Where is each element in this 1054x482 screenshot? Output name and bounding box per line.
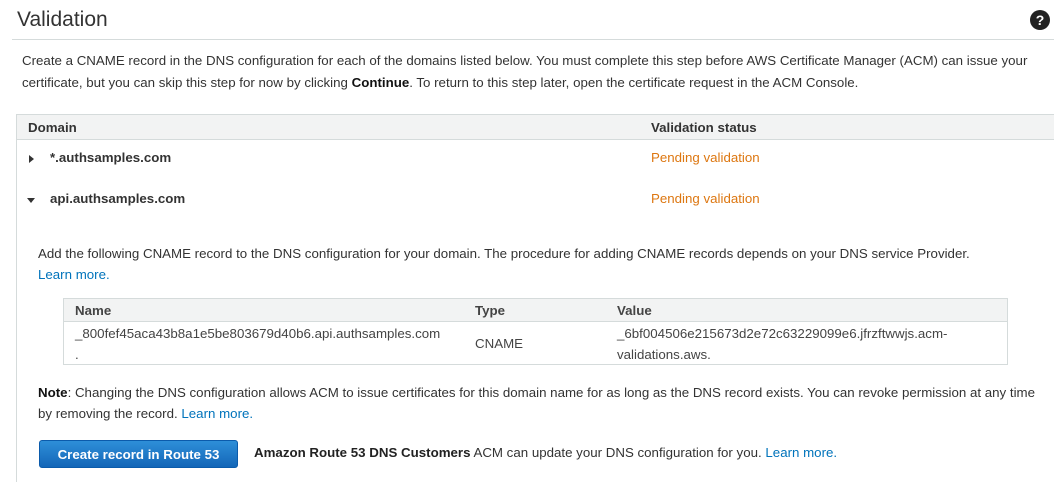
cname-value: _6bf004506e215673d2e72c63229099e6.jfrzft… bbox=[617, 323, 947, 365]
cname-instructions: Add the following CNAME record to the DN… bbox=[38, 243, 1038, 285]
cname-value-line2: validations.aws. bbox=[617, 347, 711, 362]
caret-right-icon[interactable] bbox=[29, 155, 34, 163]
route53-description: Amazon Route 53 DNS Customers ACM can up… bbox=[254, 445, 837, 460]
column-header-validation-status: Validation status bbox=[651, 120, 757, 135]
note-learn-more-link[interactable]: Learn more. bbox=[181, 406, 253, 421]
divider bbox=[12, 39, 1054, 40]
note-text: Note: Changing the DNS configuration all… bbox=[38, 382, 1038, 424]
route53-body: ACM can update your DNS configuration fo… bbox=[470, 445, 762, 460]
instructions-text: Add the following CNAME record to the DN… bbox=[38, 246, 970, 261]
cname-value-line1: _6bf004506e215673d2e72c63229099e6.jfrzft… bbox=[617, 326, 948, 341]
intro-text: Create a CNAME record in the DNS configu… bbox=[22, 50, 1042, 94]
domain-row[interactable]: api.authsamples.com Pending validation bbox=[17, 187, 1054, 217]
route53-learn-more-link[interactable]: Learn more. bbox=[765, 445, 837, 460]
create-record-route53-button[interactable]: Create record in Route 53 bbox=[39, 440, 238, 468]
intro-text-after: . To return to this step later, open the… bbox=[409, 75, 859, 90]
cname-name-line2: . bbox=[75, 347, 79, 362]
domain-name: *.authsamples.com bbox=[50, 150, 172, 165]
cname-name-line1: _800fef45aca43b8a1e5be803679d40b6.api.au… bbox=[75, 326, 441, 341]
domain-row[interactable]: *.authsamples.com Pending validation bbox=[17, 146, 1054, 176]
continue-keyword: Continue bbox=[351, 75, 410, 90]
domains-table-header: Domain Validation status bbox=[17, 115, 1054, 140]
caret-down-icon[interactable] bbox=[27, 198, 35, 203]
route53-customers-label: Amazon Route 53 DNS Customers bbox=[254, 445, 471, 460]
column-header-value: Value bbox=[617, 303, 652, 318]
note-label: Note bbox=[38, 385, 68, 400]
cname-record-table: Name Type Value _800fef45aca43b8a1e5be80… bbox=[63, 298, 1008, 365]
column-header-domain: Domain bbox=[28, 120, 77, 135]
column-header-type: Type bbox=[475, 303, 506, 318]
validation-status: Pending validation bbox=[651, 191, 760, 206]
cname-type: CNAME bbox=[475, 336, 524, 351]
question-circle-icon[interactable]: ? bbox=[1030, 10, 1050, 30]
learn-more-link[interactable]: Learn more. bbox=[38, 267, 110, 282]
domain-name: api.authsamples.com bbox=[50, 191, 186, 206]
cname-table-header: Name Type Value bbox=[64, 299, 1007, 322]
cname-name: _800fef45aca43b8a1e5be803679d40b6.api.au… bbox=[75, 323, 440, 365]
domains-table: Domain Validation status *.authsamples.c… bbox=[16, 114, 1054, 482]
column-header-name: Name bbox=[75, 303, 112, 318]
validation-status: Pending validation bbox=[651, 150, 760, 165]
page-title: Validation bbox=[17, 8, 108, 31]
